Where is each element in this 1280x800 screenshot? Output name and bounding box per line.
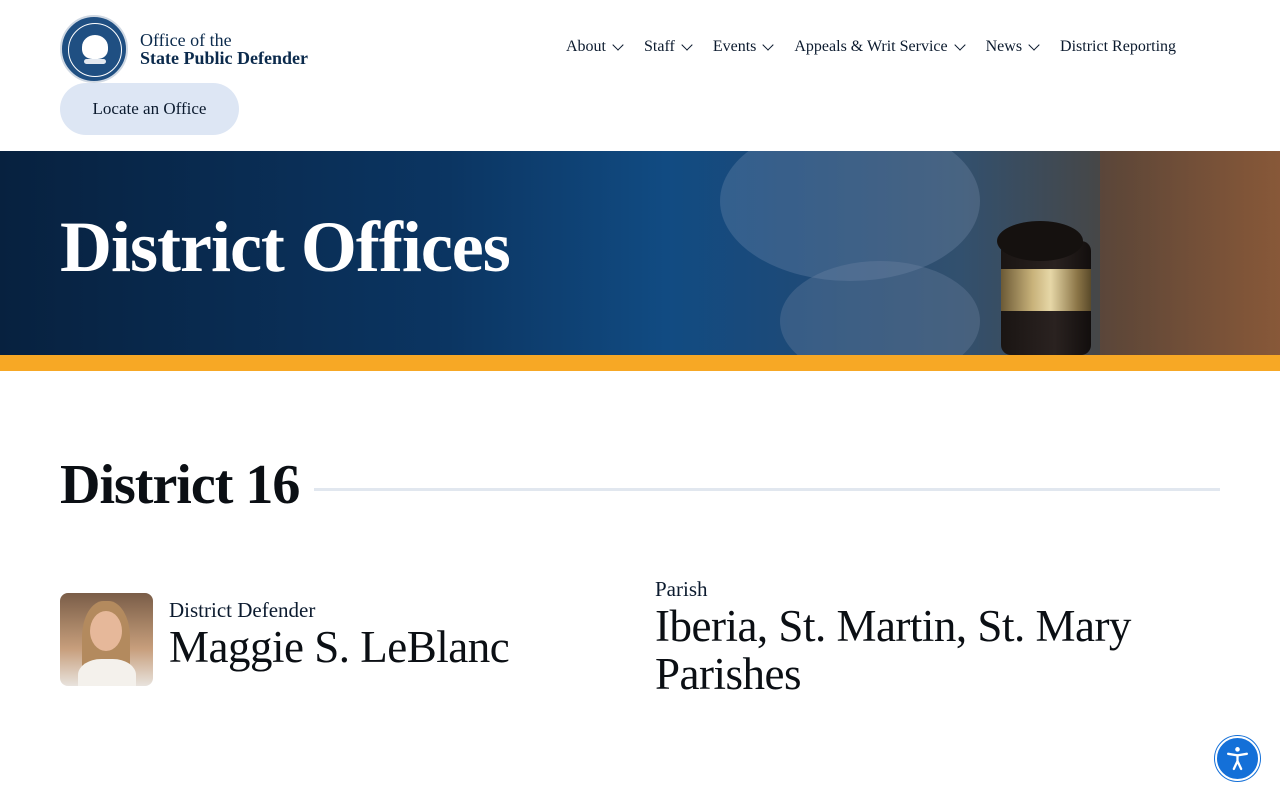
accent-bar <box>0 355 1280 371</box>
chevron-down-icon <box>612 39 624 51</box>
district-defender: District Defender Maggie S. LeBlanc <box>60 593 510 686</box>
nav-label: About <box>566 38 606 55</box>
chevron-down-icon <box>1028 39 1040 51</box>
nav-label: News <box>985 38 1023 55</box>
defender-info: District Defender Maggie S. LeBlanc <box>169 598 510 672</box>
locate-office-button[interactable]: Locate an Office <box>60 83 239 135</box>
defender-role-label: District Defender <box>169 598 316 622</box>
hero-background-shape <box>720 151 980 281</box>
nav-label: District Reporting <box>1060 38 1177 55</box>
gavel-image <box>995 221 1095 355</box>
nav-item-staff[interactable]: Staff <box>644 38 693 56</box>
parish-label: Parish <box>655 577 708 601</box>
parish-value: Iberia, St. Martin, St. Mary Parishes <box>655 601 1131 699</box>
nav-item-about[interactable]: About <box>566 38 624 56</box>
nav-item-district-reporting[interactable]: District Reporting <box>1060 38 1176 56</box>
state-seal-icon <box>60 15 128 83</box>
accessibility-icon <box>1226 747 1249 771</box>
nav-item-news[interactable]: News <box>985 38 1040 56</box>
logo-line2: State Public Defender <box>140 48 308 68</box>
site-header: Office of the State Public Defender Abou… <box>0 0 1280 151</box>
accessibility-button[interactable] <box>1215 736 1260 781</box>
logo-line1: Office of the <box>140 30 232 50</box>
nav-label: Events <box>712 38 757 55</box>
nav-label: Staff <box>644 38 675 55</box>
main-nav: About Staff Events Appeals & Writ Servic… <box>566 38 1176 56</box>
nav-label: Appeals & Writ Service <box>794 38 948 55</box>
hero-banner: District Offices <box>0 151 1280 355</box>
chevron-down-icon <box>953 39 966 51</box>
defender-name: Maggie S. LeBlanc <box>169 622 510 672</box>
site-logo[interactable]: Office of the State Public Defender <box>60 15 308 83</box>
hero-background-shape <box>1100 151 1280 355</box>
nav-item-appeals[interactable]: Appeals & Writ Service <box>794 38 966 56</box>
parish-info: Parish Iberia, St. Martin, St. Mary Pari… <box>655 577 1215 698</box>
district-title: District 16 <box>60 454 300 516</box>
section-divider <box>314 488 1220 491</box>
chevron-down-icon <box>762 39 775 51</box>
defender-photo <box>60 593 153 686</box>
nav-item-events[interactable]: Events <box>712 38 775 56</box>
page-title: District Offices <box>60 207 511 287</box>
chevron-down-icon <box>681 39 693 51</box>
logo-text: Office of the State Public Defender <box>140 31 308 67</box>
